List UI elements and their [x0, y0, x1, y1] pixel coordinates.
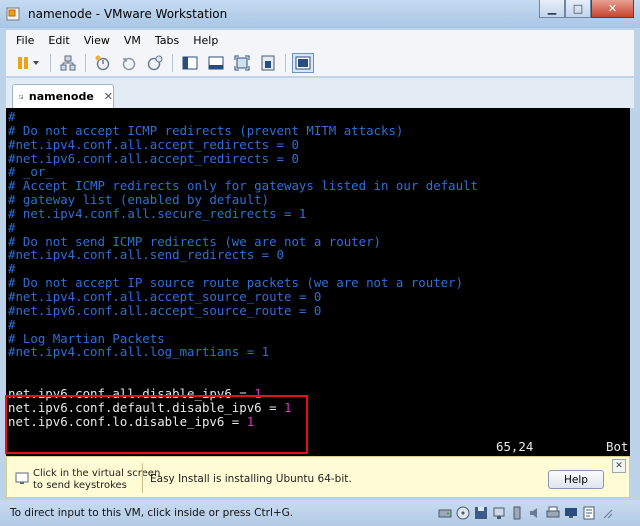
- toolbar-separator: [85, 54, 86, 72]
- menu-tabs[interactable]: Tabs: [155, 34, 179, 47]
- resize-grip-icon[interactable]: [599, 505, 614, 520]
- vm-tabstrip: namenode ✕: [6, 78, 634, 108]
- close-button[interactable]: ✕: [591, 0, 634, 18]
- menu-vm[interactable]: VM: [124, 34, 141, 47]
- terminal-line: #: [8, 219, 16, 235]
- terminal-line: # Do not accept ICMP redirects (prevent …: [8, 122, 404, 138]
- scroll-indicator: Bot: [606, 439, 629, 454]
- hard-disk-icon[interactable]: [437, 505, 452, 520]
- terminal-line: # Accept ICMP redirects only for gateway…: [8, 178, 478, 194]
- menu-help[interactable]: Help: [193, 34, 218, 47]
- terminal-line: #net.ipv6.conf.all.accept_redirects = 0: [8, 150, 299, 166]
- status-text: To direct input to this VM, click inside…: [10, 507, 294, 519]
- snapshot-manager-button[interactable]: [144, 53, 166, 73]
- sound-card-icon[interactable]: [527, 505, 542, 520]
- display-icon[interactable]: [563, 505, 578, 520]
- window-title: namenode - VMware Workstation: [28, 7, 228, 21]
- unity-icon: [261, 55, 275, 71]
- terminal-line: # Do not send ICMP redirects (we are not…: [8, 233, 381, 249]
- terminal-text: # # Do not accept ICMP redirects (preven…: [8, 110, 630, 428]
- maximize-icon: □: [572, 2, 584, 15]
- usb-icon[interactable]: [509, 505, 524, 520]
- send-ctrl-alt-del-button[interactable]: [57, 53, 79, 73]
- terminal-line: #: [8, 316, 16, 332]
- thumbnail-icon: [208, 56, 224, 70]
- snapshot-manager-icon: [147, 55, 163, 71]
- toolbar-separator: [50, 54, 51, 72]
- terminal-line: #: [8, 109, 16, 124]
- close-icon: ✕: [607, 2, 618, 15]
- terminal-line: # net.ipv4.conf.all.secure_redirects = 1: [8, 205, 307, 221]
- terminal-line: #net.ipv6.conf.all.accept_source_route =…: [8, 302, 322, 318]
- install-hint-bar: Click in the virtual screen to send keys…: [6, 456, 630, 498]
- terminal-line: #net.ipv4.conf.all.accept_redirects = 0: [8, 136, 299, 152]
- tab-close-icon[interactable]: ✕: [104, 90, 113, 103]
- easy-install-message: Easy Install is installing Ubuntu 64-bit…: [150, 473, 352, 485]
- terminal-line: # _or_: [8, 164, 53, 180]
- vm-running-icon: [19, 94, 24, 99]
- minimize-icon: ▁: [547, 2, 557, 15]
- menu-view[interactable]: View: [84, 34, 110, 47]
- library-icon: [182, 56, 198, 70]
- console-view-icon: [295, 56, 311, 70]
- terminal-line: #net.ipv4.conf.all.log_martians = 1: [8, 344, 270, 360]
- menubar: File Edit View VM Tabs Help: [6, 30, 634, 50]
- maximize-button[interactable]: □: [565, 0, 591, 18]
- device-icons: [437, 505, 617, 520]
- console-view-button[interactable]: [292, 53, 314, 73]
- window-controls: ▁ □ ✕: [539, 0, 634, 18]
- take-snapshot-button[interactable]: [92, 53, 114, 73]
- network-icon: [60, 55, 76, 71]
- cd-dvd-icon[interactable]: [455, 505, 470, 520]
- terminal-line: #net.ipv4.conf.all.accept_source_route =…: [8, 288, 322, 304]
- toolbar: [6, 50, 634, 77]
- pause-button[interactable]: [14, 53, 44, 73]
- vm-screen-icon: [15, 472, 29, 484]
- toolbar-separator: [172, 54, 173, 72]
- tab-namenode[interactable]: namenode ✕: [12, 84, 114, 108]
- printer-icon[interactable]: [545, 505, 560, 520]
- window-statusbar: To direct input to this VM, click inside…: [0, 500, 640, 526]
- show-thumbnail-button[interactable]: [205, 53, 227, 73]
- floppy-icon[interactable]: [473, 505, 488, 520]
- pause-icon: [18, 57, 39, 69]
- cursor-position: 65,24: [496, 439, 534, 454]
- snapshot-icon: [95, 55, 110, 71]
- window-titlebar[interactable]: namenode - VMware Workstation ▁ □ ✕: [0, 0, 640, 28]
- toolbar-separator: [285, 54, 286, 72]
- revert-icon: [122, 57, 136, 71]
- highlight-annotation-box: [5, 395, 308, 454]
- vmware-app-icon: [6, 7, 20, 21]
- terminal-line: # Log Martian Packets: [8, 330, 165, 346]
- menu-file[interactable]: File: [16, 34, 34, 47]
- hint-divider: [142, 463, 143, 493]
- hint-close-icon[interactable]: ✕: [612, 459, 626, 473]
- revert-snapshot-button[interactable]: [118, 53, 140, 73]
- terminal-line: # Do not accept IP source route packets …: [8, 275, 464, 291]
- tab-label: namenode: [28, 90, 94, 103]
- terminal-line: #net.ipv4.conf.all.send_redirects = 0: [8, 247, 285, 263]
- help-button[interactable]: Help: [548, 470, 604, 489]
- full-screen-icon: [234, 55, 250, 71]
- full-screen-button[interactable]: [231, 53, 253, 73]
- message-log-icon[interactable]: [581, 505, 596, 520]
- terminal-line: # gateway list (enabled by default): [8, 192, 270, 208]
- menu-edit[interactable]: Edit: [48, 34, 69, 47]
- show-library-button[interactable]: [179, 53, 201, 73]
- minimize-button[interactable]: ▁: [539, 0, 565, 18]
- network-adapter-icon[interactable]: [491, 505, 506, 520]
- unity-button[interactable]: [257, 53, 279, 73]
- terminal-line: #: [8, 261, 16, 277]
